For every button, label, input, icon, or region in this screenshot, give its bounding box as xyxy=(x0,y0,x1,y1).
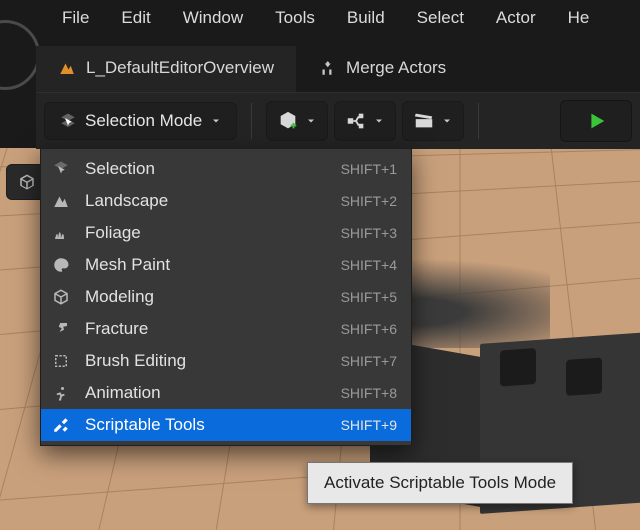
cube-icon xyxy=(18,173,36,191)
mode-item-shortcut: SHIFT+9 xyxy=(341,417,397,433)
tab-level[interactable]: L_DefaultEditorOverview xyxy=(36,46,296,92)
menu-window[interactable]: Window xyxy=(167,2,259,34)
level-icon xyxy=(58,59,76,77)
cursor-select-icon xyxy=(59,112,77,130)
palette-icon xyxy=(51,255,71,275)
tab-label: L_DefaultEditorOverview xyxy=(86,58,274,78)
play-icon xyxy=(585,110,607,132)
menu-build[interactable]: Build xyxy=(331,2,401,34)
mode-item-label: Animation xyxy=(85,383,327,403)
mode-dropdown-button[interactable]: Selection Mode xyxy=(44,102,237,140)
menu-tools[interactable]: Tools xyxy=(259,2,331,34)
mode-item-modeling[interactable]: Modeling SHIFT+5 xyxy=(41,281,411,313)
add-content-button[interactable] xyxy=(266,101,328,141)
mode-item-shortcut: SHIFT+4 xyxy=(341,257,397,273)
brush-cube-icon xyxy=(51,351,71,371)
mode-item-label: Mesh Paint xyxy=(85,255,327,275)
runner-icon xyxy=(51,383,71,403)
mode-item-label: Scriptable Tools xyxy=(85,415,327,435)
tools-icon xyxy=(51,415,71,435)
mode-item-label: Brush Editing xyxy=(85,351,327,371)
mode-item-scriptable-tools[interactable]: Scriptable Tools SHIFT+9 xyxy=(41,409,411,441)
mode-item-label: Landscape xyxy=(85,191,327,211)
cinematics-button[interactable] xyxy=(402,101,464,141)
node-graph-icon xyxy=(345,110,367,132)
separator xyxy=(478,103,479,139)
blueprint-button[interactable] xyxy=(334,101,396,141)
mode-item-label: Fracture xyxy=(85,319,327,339)
mode-item-shortcut: SHIFT+8 xyxy=(341,385,397,401)
mode-item-animation[interactable]: Animation SHIFT+8 xyxy=(41,377,411,409)
clapper-icon xyxy=(413,110,435,132)
mode-item-foliage[interactable]: Foliage SHIFT+3 xyxy=(41,217,411,249)
cube-outline-icon xyxy=(51,287,71,307)
mode-item-shortcut: SHIFT+1 xyxy=(341,161,397,177)
mode-item-label: Foliage xyxy=(85,223,327,243)
tab-bar: L_DefaultEditorOverview Merge Actors xyxy=(36,46,640,92)
chevron-down-icon xyxy=(373,115,385,127)
mode-item-shortcut: SHIFT+3 xyxy=(341,225,397,241)
toolbar: Selection Mode xyxy=(36,92,640,149)
tab-merge-actors[interactable]: Merge Actors xyxy=(296,46,468,92)
cube-add-icon xyxy=(277,110,299,132)
mode-item-mesh-paint[interactable]: Mesh Paint SHIFT+4 xyxy=(41,249,411,281)
mode-item-label: Modeling xyxy=(85,287,327,307)
grass-icon xyxy=(51,223,71,243)
mode-item-fracture[interactable]: Fracture SHIFT+6 xyxy=(41,313,411,345)
mode-item-shortcut: SHIFT+6 xyxy=(341,321,397,337)
menu-file[interactable]: File xyxy=(46,2,105,34)
mode-dropdown-menu: Selection SHIFT+1 Landscape SHIFT+2 Foli… xyxy=(40,148,412,446)
play-button[interactable] xyxy=(560,100,632,142)
mode-item-landscape[interactable]: Landscape SHIFT+2 xyxy=(41,185,411,217)
chevron-down-icon xyxy=(210,115,222,127)
tooltip: Activate Scriptable Tools Mode xyxy=(307,462,573,504)
menu-bar: File Edit Window Tools Build Select Acto… xyxy=(0,0,640,36)
menu-edit[interactable]: Edit xyxy=(105,2,166,34)
mode-item-shortcut: SHIFT+7 xyxy=(341,353,397,369)
cursor-select-icon xyxy=(51,159,71,179)
menu-help[interactable]: He xyxy=(552,2,606,34)
mode-item-shortcut: SHIFT+2 xyxy=(341,193,397,209)
separator xyxy=(251,103,252,139)
tab-label: Merge Actors xyxy=(346,58,446,78)
shatter-icon xyxy=(51,319,71,339)
mode-item-brush-editing[interactable]: Brush Editing SHIFT+7 xyxy=(41,345,411,377)
mountain-icon xyxy=(51,191,71,211)
mode-item-selection[interactable]: Selection SHIFT+1 xyxy=(41,153,411,185)
menu-select[interactable]: Select xyxy=(401,2,480,34)
menu-actor[interactable]: Actor xyxy=(480,2,552,34)
chevron-down-icon xyxy=(441,115,453,127)
chevron-down-icon xyxy=(305,115,317,127)
mode-item-label: Selection xyxy=(85,159,327,179)
merge-icon xyxy=(318,59,336,77)
mode-item-shortcut: SHIFT+5 xyxy=(341,289,397,305)
mode-dropdown-label: Selection Mode xyxy=(85,111,202,131)
